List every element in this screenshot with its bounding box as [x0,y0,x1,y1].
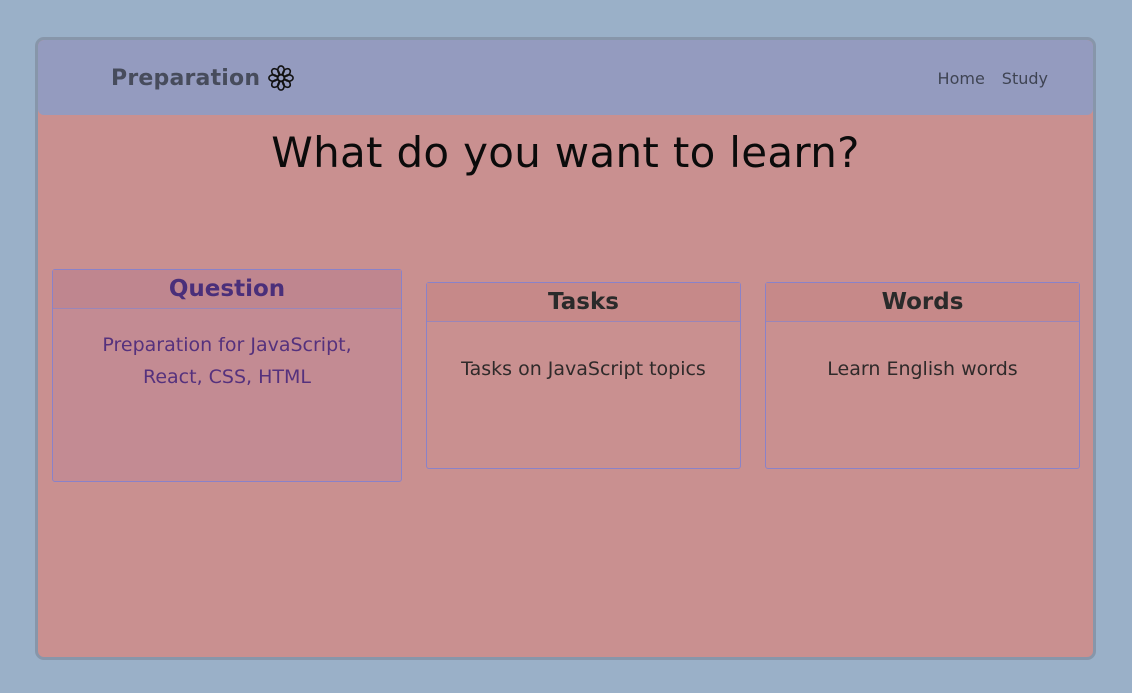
page-title: What do you want to learn? [271,128,860,177]
card-question-title: Question [53,270,401,309]
brand-link[interactable]: Preparation [111,65,295,91]
card-tasks[interactable]: Tasks Tasks on JavaScript topics [426,282,741,469]
nav-link-home[interactable]: Home [938,69,985,88]
nav-links: Home Study [938,69,1048,88]
nav-link-study[interactable]: Study [1002,69,1048,88]
card-words-title: Words [766,283,1079,322]
card-tasks-title: Tasks [427,283,740,322]
brand-name: Preparation [111,65,261,91]
card-words[interactable]: Words Learn English words [765,282,1080,469]
app-window: Preparation Home Study What do you want … [35,37,1096,660]
card-question-description: Preparation for JavaScript, React, CSS, … [102,334,352,388]
flower-icon [268,65,295,91]
navbar: Preparation Home Study [38,40,1093,115]
card-tasks-description: Tasks on JavaScript topics [461,358,706,380]
card-question[interactable]: Question Preparation for JavaScript, Rea… [52,269,402,482]
card-words-description: Learn English words [827,358,1018,380]
